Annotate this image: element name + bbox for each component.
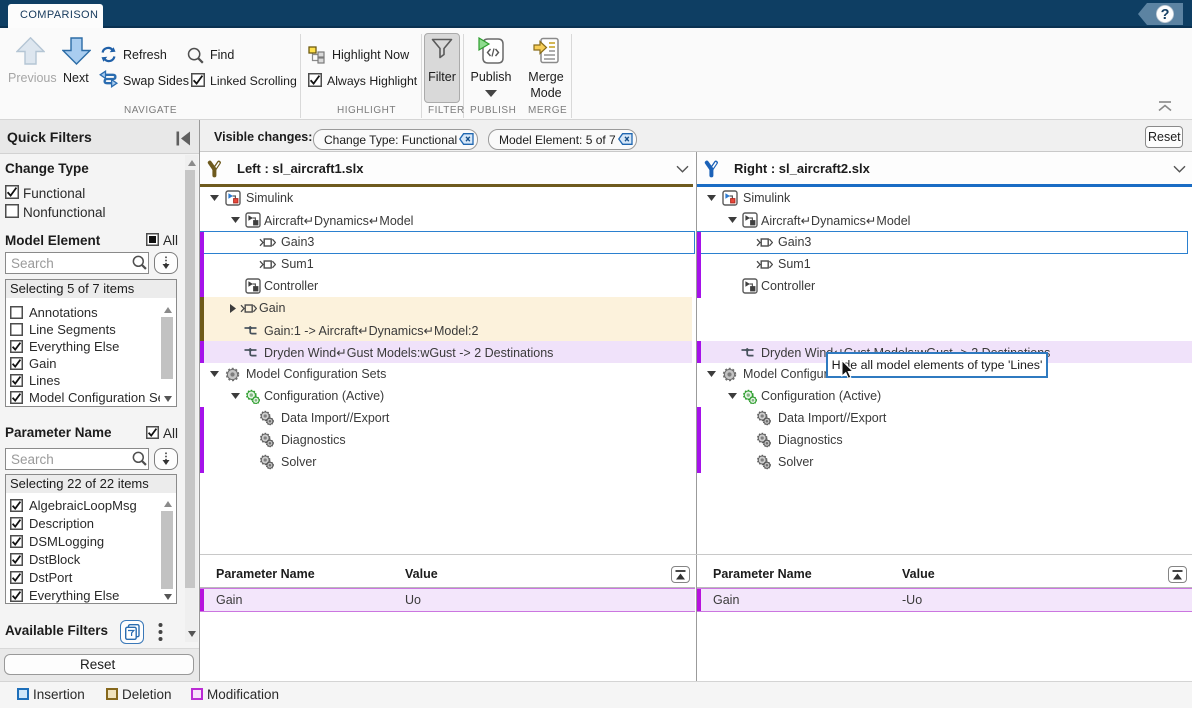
svg-text:?: ? [1161,7,1170,23]
